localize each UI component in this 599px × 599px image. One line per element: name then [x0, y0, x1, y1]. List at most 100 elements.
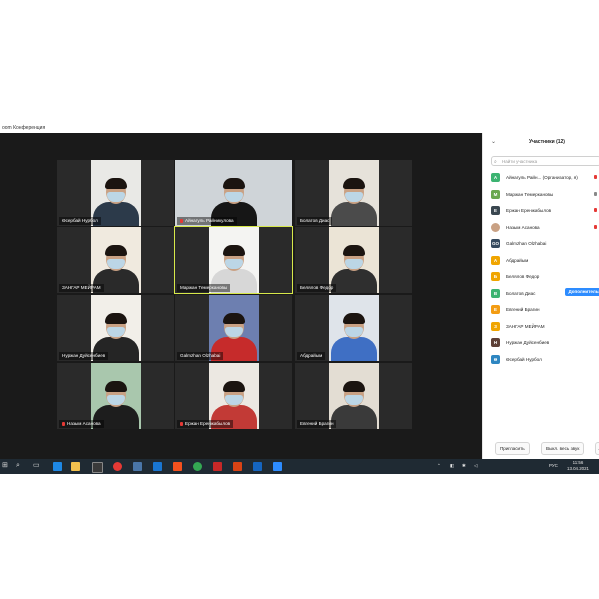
- tile-name-label: Айнагуль Райникулова: [177, 217, 237, 225]
- tile-name-text: Маржан Темеркановы: [180, 285, 228, 290]
- muted-mic-icon[interactable]: [594, 208, 597, 212]
- panel-title: Участники (12): [529, 139, 565, 145]
- video-tile[interactable]: Ержан Еренжабылов: [175, 363, 292, 429]
- panel-header: ⌄ Участники (12): [483, 138, 599, 148]
- muted-mic-icon[interactable]: [594, 224, 597, 229]
- video-tile[interactable]: Назым Асанова: [57, 363, 174, 429]
- bluetooth-icon[interactable]: ✱: [462, 463, 466, 469]
- tile-name-label: Ержан Еренжабылов: [177, 420, 234, 428]
- panel-footer: Пригласить Выкл. весь звук ...: [491, 442, 599, 455]
- search-icon[interactable]: ⌕: [16, 461, 20, 471]
- windows-start-icon[interactable]: ⊞: [2, 461, 8, 471]
- muted-mic-icon: [180, 218, 183, 223]
- video-tile[interactable]: Маржан Темеркановы: [174, 226, 293, 294]
- video-tile[interactable]: Өсербай Нурбол: [57, 160, 174, 226]
- mic-icon[interactable]: [594, 191, 597, 196]
- participant-more-button[interactable]: Дополнительно: [565, 287, 599, 296]
- tile-name-text: Ержан Еренжабылов: [185, 421, 231, 426]
- video-tile[interactable]: Абдрайым: [295, 295, 412, 361]
- participant-list-item[interactable]: Б Белялов Федор: [491, 270, 599, 287]
- participant-list-item[interactable]: E Ержан Еренжабылов: [491, 204, 599, 221]
- video-tile[interactable]: Айнагуль Райникулова: [175, 160, 292, 226]
- tile-name-text: Galmzhan Olzhabai: [180, 353, 221, 358]
- participant-list-item[interactable]: GO Galmzhan Olzhabai: [491, 237, 599, 254]
- tile-name-label: Өсербай Нурбол: [59, 217, 101, 225]
- tile-name-label: Болатов Диас: [297, 217, 333, 225]
- language-indicator[interactable]: РУС: [549, 463, 558, 469]
- more-options-button[interactable]: ...: [595, 442, 599, 455]
- search-icon: ⌕: [494, 159, 497, 165]
- mail-icon[interactable]: [153, 462, 162, 471]
- participant-name: Galmzhan Olzhabai: [506, 241, 547, 246]
- video-tile[interactable]: Евгений Брагин: [295, 363, 412, 429]
- participant-name: Нуржан Дуйсенбиев: [506, 340, 550, 345]
- invite-button[interactable]: Пригласить: [495, 442, 530, 455]
- word-icon[interactable]: [253, 462, 262, 471]
- avatar: Б: [491, 272, 500, 281]
- tile-name-text: Айнагуль Райникулова: [185, 218, 234, 223]
- file-explorer-icon[interactable]: [71, 462, 80, 471]
- participant-list-item[interactable]: B Болатов Диас Дополнительно: [491, 287, 599, 304]
- zoom-icon[interactable]: [273, 462, 282, 471]
- tile-name-text: Өсербай Нурбол: [62, 218, 98, 223]
- window-title: oom Конференция: [2, 125, 46, 131]
- task-view-icon[interactable]: ▭: [33, 461, 40, 471]
- yandex-browser-icon[interactable]: [113, 462, 122, 471]
- vk-icon[interactable]: [133, 462, 142, 471]
- tile-name-text: Болатов Диас: [300, 218, 330, 223]
- avatar: GO: [491, 239, 500, 248]
- video-tile[interactable]: ЗАНГАР МЕЙРАМ: [57, 227, 174, 293]
- volume-icon[interactable]: ◁: [474, 463, 477, 469]
- muted-mic-icon: [62, 421, 65, 426]
- network-icon[interactable]: ◧: [450, 463, 454, 469]
- avatar: З: [491, 321, 500, 331]
- video-tile[interactable]: Нуржан Дуйсенбиев: [57, 295, 174, 361]
- tile-name-label: Нуржан Дуйсенбиев: [59, 352, 109, 360]
- participant-list-item[interactable]: Назым Асанова: [491, 221, 599, 238]
- clock-date: 13.04.2021: [567, 466, 589, 471]
- participant-list-item[interactable]: A Абдрайым: [491, 254, 599, 271]
- participant-list-item[interactable]: M Маржан Темеркановы: [491, 188, 599, 205]
- video-gallery: Өсербай Нурбол Айнагуль Райникулова Болато…: [0, 133, 482, 459]
- notepad-icon[interactable]: [173, 462, 182, 471]
- avatar: Ө: [491, 354, 500, 364]
- tile-name-text: ЗАНГАР МЕЙРАМ: [62, 285, 101, 290]
- clock-time: 11:56: [572, 460, 584, 465]
- avatar: E: [491, 305, 500, 314]
- store-icon[interactable]: [92, 462, 103, 473]
- tile-name-label: ЗАНГАР МЕЙРАМ: [59, 284, 104, 292]
- tray-arrow-icon[interactable]: ⌃: [437, 463, 441, 469]
- tile-name-label: Galmzhan Olzhabai: [177, 352, 224, 360]
- participant-list-item[interactable]: З ЗАНГАР МЕЙРАМ: [491, 320, 599, 337]
- powerpoint-icon[interactable]: [233, 462, 242, 471]
- mute-all-button[interactable]: Выкл. весь звук: [541, 442, 585, 455]
- video-tile[interactable]: Белялов Федор: [295, 227, 412, 293]
- participant-name: Айнагуль Райн... (Организатор, я): [506, 175, 578, 180]
- participant-list-item[interactable]: E Евгений Брагин: [491, 303, 599, 320]
- search-participant-input[interactable]: ⌕ Найти участника: [491, 156, 599, 166]
- windows-taskbar: ⊞ ⌕ ▭ ⌃ ◧ ✱ ◁ РУС 11:56 13.04.2021: [0, 459, 599, 474]
- muted-mic-icon[interactable]: [594, 175, 597, 179]
- clock[interactable]: 11:56 13.04.2021: [563, 460, 593, 472]
- video-tile[interactable]: Galmzhan Olzhabai: [175, 295, 292, 361]
- participant-list-item[interactable]: Ө Өсербай Нурбол: [491, 353, 599, 370]
- tile-name-label: Маржан Темеркановы: [177, 284, 231, 292]
- tile-name-text: Абдрайым: [300, 353, 323, 358]
- tile-name-label: Абдрайым: [297, 352, 326, 360]
- avatar: [491, 222, 500, 232]
- participant-list-item[interactable]: A Айнагуль Райн... (Организатор, я): [491, 171, 599, 188]
- video-tile[interactable]: Болатов Диас: [295, 160, 412, 226]
- chrome-icon[interactable]: [193, 462, 202, 471]
- acrobat-icon[interactable]: [213, 462, 222, 471]
- participant-video-figure: [331, 311, 377, 361]
- participant-list-item[interactable]: H Нуржан Дуйсенбиев: [491, 336, 599, 353]
- avatar: A: [491, 173, 500, 182]
- edge-browser-icon[interactable]: [53, 462, 62, 471]
- avatar: M: [491, 189, 500, 199]
- participant-video-figure: [331, 243, 377, 293]
- tile-name-label: Белялов Федор: [297, 284, 337, 292]
- tile-name-text: Нуржан Дуйсенбиев: [62, 353, 106, 358]
- tile-name-text: Евгений Брагин: [300, 421, 334, 426]
- collapse-chevron-icon[interactable]: ⌄: [491, 138, 496, 145]
- participant-name: Назым Асанова: [506, 224, 540, 230]
